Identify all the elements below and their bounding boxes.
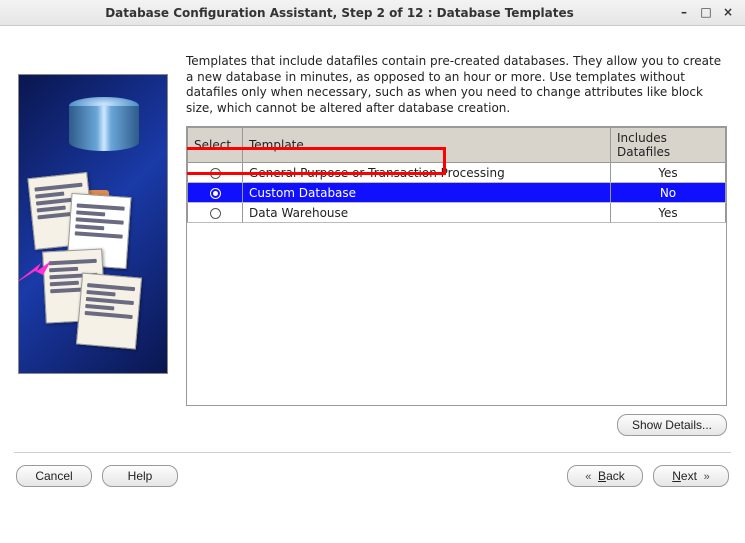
radio-cell[interactable] [188, 163, 243, 183]
content-area: Templates that include datafiles contain… [0, 26, 745, 446]
col-header-includes: Includes Datafiles [611, 128, 726, 163]
description-text: Templates that include datafiles contain… [186, 54, 727, 116]
table-actions: Show Details... [186, 414, 727, 436]
template-table: Select Template Includes Datafiles Gener… [187, 127, 726, 223]
col-header-template: Template [243, 128, 611, 163]
wizard-illustration [18, 74, 168, 374]
radio-cell[interactable] [188, 183, 243, 203]
close-button[interactable]: × [719, 5, 737, 21]
radio-cell[interactable] [188, 203, 243, 223]
separator [14, 452, 731, 453]
back-button[interactable]: « Back [567, 465, 643, 487]
radio-icon[interactable] [210, 208, 221, 219]
template-cell: Custom Database [243, 183, 611, 203]
template-cell: Data Warehouse [243, 203, 611, 223]
minimize-button[interactable]: – [675, 5, 693, 21]
col-header-select: Select [188, 128, 243, 163]
includes-cell: Yes [611, 163, 726, 183]
next-button[interactable]: Next » [653, 465, 729, 487]
main-panel: Templates that include datafiles contain… [186, 54, 727, 436]
chevron-right-icon: » [704, 471, 710, 483]
includes-cell: No [611, 183, 726, 203]
radio-icon[interactable] [210, 188, 221, 199]
maximize-button[interactable]: □ [697, 5, 715, 21]
table-row[interactable]: General Purpose or Transaction Processin… [188, 163, 726, 183]
show-details-button[interactable]: Show Details... [617, 414, 727, 436]
template-table-wrap: Select Template Includes Datafiles Gener… [186, 126, 727, 406]
chevron-left-icon: « [585, 471, 591, 483]
table-row[interactable]: Custom Database No [188, 183, 726, 203]
footer-buttons: Cancel Help « Back Next » [0, 459, 745, 499]
template-cell: General Purpose or Transaction Processin… [243, 163, 611, 183]
table-row[interactable]: Data Warehouse Yes [188, 203, 726, 223]
help-button[interactable]: Help [102, 465, 178, 487]
database-cylinder-icon [69, 97, 139, 157]
radio-icon[interactable] [210, 168, 221, 179]
titlebar: Database Configuration Assistant, Step 2… [0, 0, 745, 26]
includes-cell: Yes [611, 203, 726, 223]
document-icon [76, 273, 142, 350]
window-title: Database Configuration Assistant, Step 2… [8, 6, 671, 20]
cancel-button[interactable]: Cancel [16, 465, 92, 487]
